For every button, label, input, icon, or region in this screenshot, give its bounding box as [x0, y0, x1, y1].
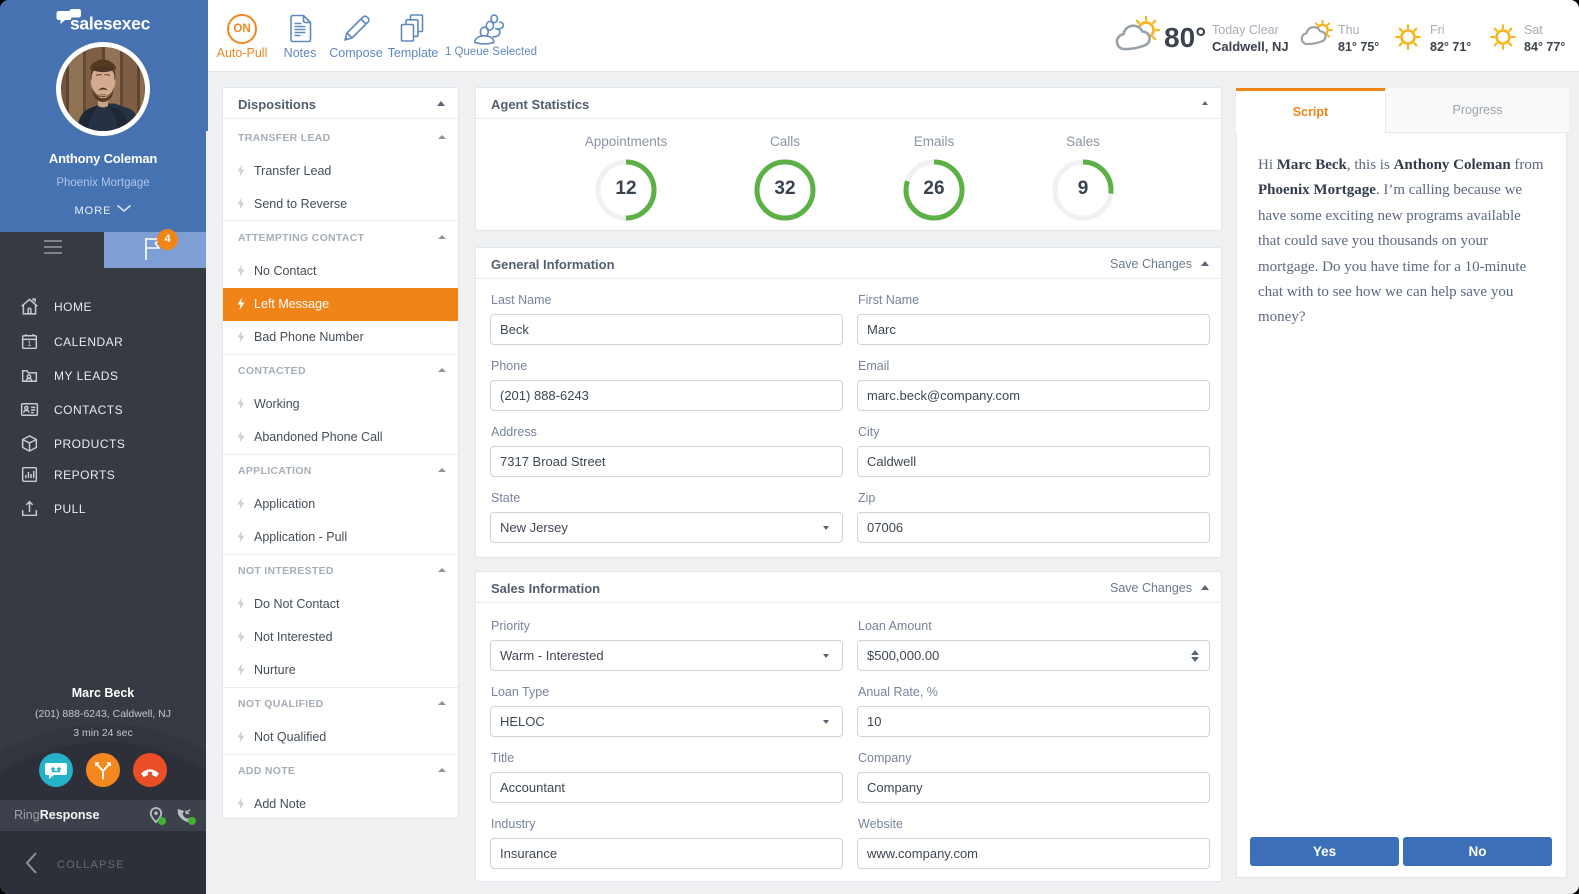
svg-text:1: 1: [27, 339, 32, 348]
svg-text:salesexec: salesexec: [70, 14, 151, 34]
